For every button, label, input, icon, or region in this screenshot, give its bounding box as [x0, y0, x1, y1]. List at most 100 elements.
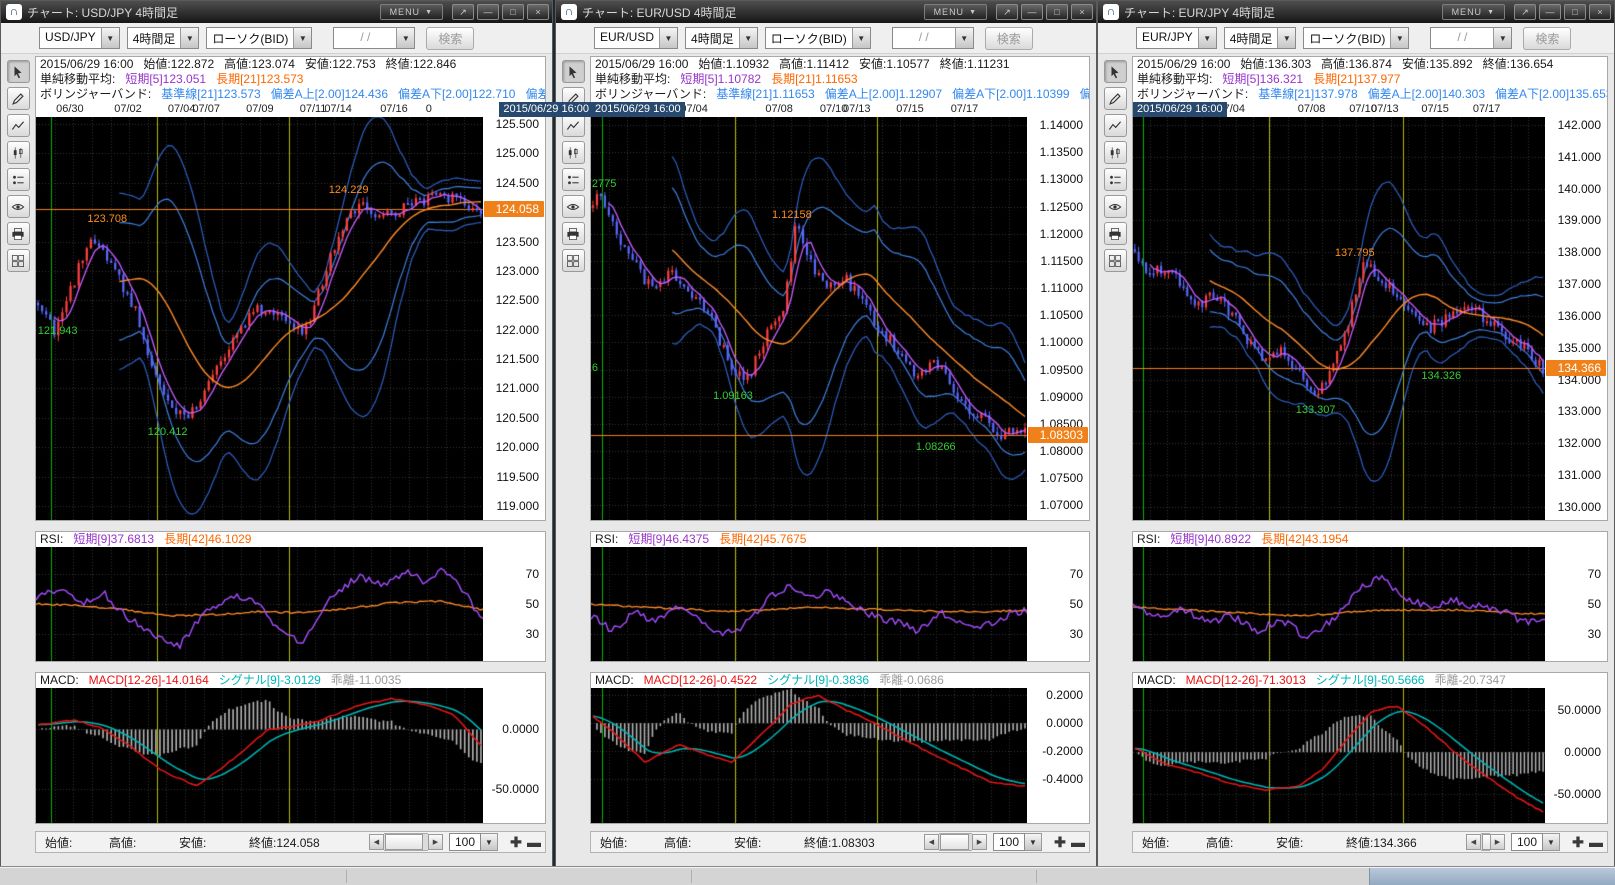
- main-chart-area[interactable]: 27751.121581.091631.082666: [591, 117, 1027, 520]
- ohlc-display-button[interactable]: [1104, 141, 1127, 164]
- close-button[interactable]: ×: [1589, 4, 1611, 20]
- titlebar[interactable]: ∩ チャート: EUR/JPY 4時間足 MENU▼ ↗ — □ ×: [1098, 1, 1614, 23]
- zoom-out-button[interactable]: ▬: [1070, 834, 1086, 850]
- titlebar[interactable]: ∩ チャート: USD/JPY 4時間足 MENU▼ ↗ — □ ×: [1, 1, 552, 23]
- chevron-down-icon[interactable]: ▼: [852, 28, 870, 48]
- minimize-button[interactable]: —: [477, 4, 499, 20]
- chevron-down-icon[interactable]: ▼: [1277, 28, 1295, 48]
- cursor-tool-button[interactable]: [1104, 60, 1127, 83]
- close-button[interactable]: ×: [527, 4, 549, 20]
- zoom-out-button[interactable]: ▬: [1588, 834, 1604, 850]
- main-chart-canvas[interactable]: [591, 117, 1027, 520]
- bar-count-select[interactable]: 100▼: [449, 833, 498, 851]
- indicator-settings-button[interactable]: [1104, 168, 1127, 191]
- minimize-button[interactable]: —: [1539, 4, 1561, 20]
- main-chart-canvas[interactable]: [1133, 117, 1545, 520]
- chevron-down-icon[interactable]: ▼: [101, 28, 119, 48]
- rsi-chart-canvas[interactable]: [36, 547, 483, 661]
- macd-chart-area[interactable]: [1133, 688, 1545, 823]
- visibility-button[interactable]: [7, 195, 30, 218]
- cursor-tool-button[interactable]: [562, 60, 585, 83]
- macd-chart-canvas[interactable]: [36, 688, 483, 823]
- draw-tool-button[interactable]: [1104, 87, 1127, 110]
- indicator-tool-button[interactable]: [562, 114, 585, 137]
- menu-button[interactable]: MENU▼: [924, 4, 987, 20]
- chevron-down-icon[interactable]: ▼: [293, 28, 311, 48]
- main-chart-canvas[interactable]: [36, 117, 483, 520]
- menu-button[interactable]: MENU▼: [1442, 4, 1505, 20]
- search-button[interactable]: 検索: [426, 27, 474, 50]
- maximize-button[interactable]: □: [1564, 4, 1586, 20]
- macd-chart-canvas[interactable]: [591, 688, 1027, 823]
- draw-tool-button[interactable]: [7, 87, 30, 110]
- search-button[interactable]: 検索: [985, 27, 1033, 50]
- timeframe-select[interactable]: 4時間足▼: [685, 27, 758, 49]
- cursor-tool-button[interactable]: [7, 60, 30, 83]
- chevron-down-icon[interactable]: ▼: [955, 28, 973, 48]
- timeframe-select[interactable]: 4時間足▼: [127, 27, 200, 49]
- scroll-left-button[interactable]: ◀: [1466, 834, 1481, 850]
- scroll-right-button[interactable]: ▶: [428, 834, 443, 850]
- date-input[interactable]: / /▼: [1430, 27, 1512, 49]
- pair-select[interactable]: EUR/JPY▼: [1136, 27, 1217, 49]
- menu-button[interactable]: MENU▼: [380, 4, 443, 20]
- pair-select[interactable]: EUR/USD▼: [594, 27, 678, 49]
- style-select[interactable]: ローソク(BID)▼: [765, 27, 871, 49]
- print-button[interactable]: [1104, 222, 1127, 245]
- rsi-chart-area[interactable]: [591, 547, 1027, 661]
- ohlc-display-button[interactable]: [562, 141, 585, 164]
- popout-button[interactable]: ↗: [996, 4, 1018, 20]
- macd-chart-canvas[interactable]: [1133, 688, 1545, 823]
- date-input[interactable]: / /▼: [892, 27, 974, 49]
- maximize-button[interactable]: □: [1046, 4, 1068, 20]
- chart-scrollbar[interactable]: ◀ ▶: [924, 834, 987, 850]
- popout-button[interactable]: ↗: [1514, 4, 1536, 20]
- pair-select[interactable]: USD/JPY▼: [39, 27, 120, 49]
- scroll-right-button[interactable]: ▶: [972, 834, 987, 850]
- visibility-button[interactable]: [562, 195, 585, 218]
- scroll-left-button[interactable]: ◀: [924, 834, 939, 850]
- chevron-down-icon[interactable]: ▼: [396, 28, 414, 48]
- chevron-down-icon[interactable]: ▼: [1390, 28, 1408, 48]
- chevron-down-icon[interactable]: ▼: [481, 833, 498, 851]
- zoom-in-button[interactable]: ✚: [1052, 834, 1068, 850]
- indicator-tool-button[interactable]: [7, 114, 30, 137]
- scrollbar-thumb[interactable]: [940, 834, 969, 850]
- indicator-tool-button[interactable]: [1104, 114, 1127, 137]
- rsi-chart-area[interactable]: [1133, 547, 1545, 661]
- rsi-chart-area[interactable]: [36, 547, 483, 661]
- indicator-settings-button[interactable]: [562, 168, 585, 191]
- zoom-in-button[interactable]: ✚: [508, 834, 524, 850]
- chevron-down-icon[interactable]: ▼: [1493, 28, 1511, 48]
- chart-scrollbar[interactable]: ◀ ▶: [369, 834, 443, 850]
- macd-chart-area[interactable]: [36, 688, 483, 823]
- rsi-chart-canvas[interactable]: [591, 547, 1027, 661]
- chevron-down-icon[interactable]: ▼: [1198, 28, 1216, 48]
- rsi-chart-canvas[interactable]: [1133, 547, 1545, 661]
- layout-button[interactable]: [562, 249, 585, 272]
- chevron-down-icon[interactable]: ▼: [659, 28, 677, 48]
- chevron-down-icon[interactable]: ▼: [180, 28, 198, 48]
- ohlc-display-button[interactable]: [7, 141, 30, 164]
- scrollbar-thumb[interactable]: [1482, 834, 1491, 850]
- maximize-button[interactable]: □: [502, 4, 524, 20]
- zoom-out-button[interactable]: ▬: [526, 834, 542, 850]
- style-select[interactable]: ローソク(BID)▼: [206, 27, 312, 49]
- indicator-settings-button[interactable]: [7, 168, 30, 191]
- bar-count-select[interactable]: 100▼: [1511, 833, 1560, 851]
- style-select[interactable]: ローソク(BID)▼: [1303, 27, 1409, 49]
- zoom-in-button[interactable]: ✚: [1570, 834, 1586, 850]
- macd-chart-area[interactable]: [591, 688, 1027, 823]
- popout-button[interactable]: ↗: [452, 4, 474, 20]
- chevron-down-icon[interactable]: ▼: [1543, 833, 1560, 851]
- titlebar[interactable]: ∩ チャート: EUR/USD 4時間足 MENU▼ ↗ — □ ×: [556, 1, 1096, 23]
- scrollbar-thumb[interactable]: [385, 834, 423, 850]
- main-chart-area[interactable]: 137.795133.307134.326: [1133, 117, 1545, 520]
- scroll-right-button[interactable]: ▶: [1490, 834, 1505, 850]
- scroll-left-button[interactable]: ◀: [369, 834, 384, 850]
- chevron-down-icon[interactable]: ▼: [1025, 833, 1042, 851]
- chevron-down-icon[interactable]: ▼: [739, 28, 757, 48]
- layout-button[interactable]: [1104, 249, 1127, 272]
- timeframe-select[interactable]: 4時間足▼: [1224, 27, 1297, 49]
- visibility-button[interactable]: [1104, 195, 1127, 218]
